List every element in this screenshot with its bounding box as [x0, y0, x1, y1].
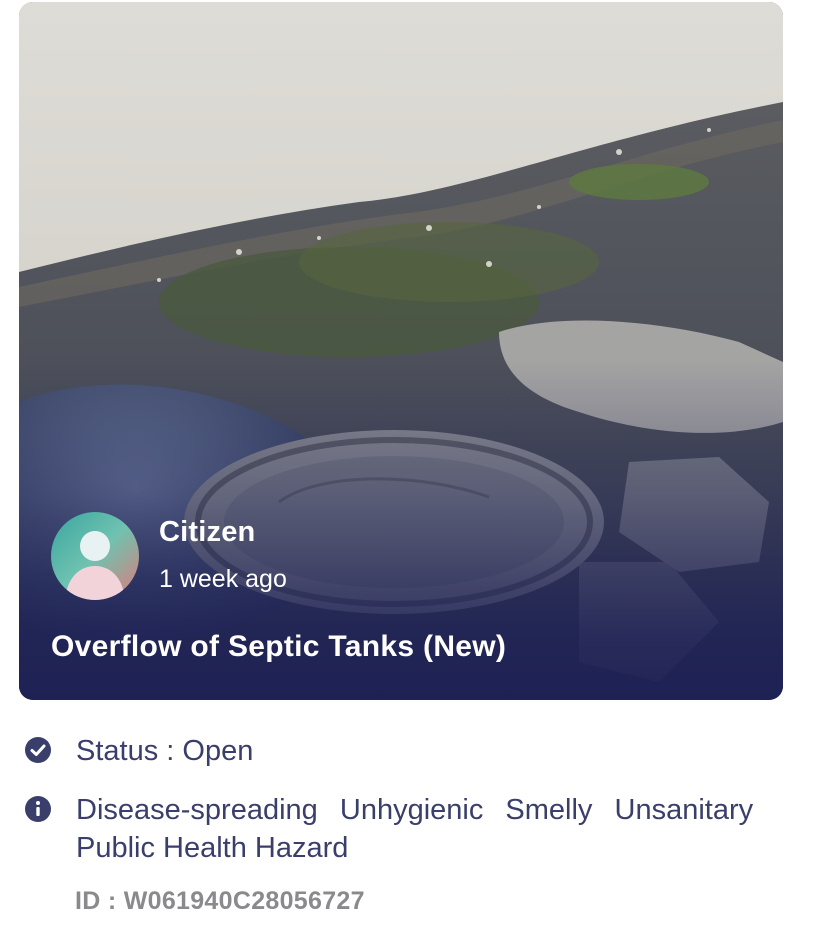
tag: Unhygienic [339, 794, 484, 826]
report-card[interactable]: Citizen 1 week ago Overflow of Septic Ta… [19, 2, 783, 700]
tag: Public Health Hazard [76, 832, 349, 864]
tags-list: Disease-spreading Unhygienic Smelly Unsa… [76, 791, 796, 867]
tag: Smelly [505, 794, 593, 826]
tag: Unsanitary [614, 794, 754, 826]
report-title: Overflow of Septic Tanks (New) [51, 630, 507, 663]
tags-row: Disease-spreading Unhygienic Smelly Unsa… [24, 791, 796, 867]
person-silhouette-avatar [51, 512, 139, 600]
status-text: Status : Open [76, 735, 254, 767]
author-name: Citizen [159, 516, 256, 548]
status-row: Status : Open [24, 732, 253, 770]
report-id: ID : W061940C28056727 [75, 887, 365, 915]
avatar[interactable] [51, 512, 139, 600]
tag: Disease-spreading [76, 794, 318, 826]
check-circle-icon [25, 737, 51, 763]
post-time: 1 week ago [159, 565, 287, 593]
info-circle-icon [25, 796, 51, 822]
report-detail-page: Citizen 1 week ago Overflow of Septic Ta… [0, 0, 815, 950]
